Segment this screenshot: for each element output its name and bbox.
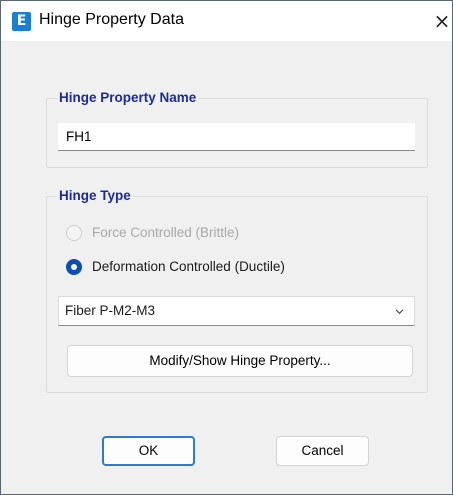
hinge-type-select[interactable]: Fiber P-M2-M3 xyxy=(58,296,415,326)
deformation-controlled-label: Deformation Controlled (Ductile) xyxy=(92,259,285,274)
hinge-type-label: Hinge Type xyxy=(57,188,133,203)
force-controlled-option[interactable]: Force Controlled (Brittle) xyxy=(66,224,366,244)
chevron-down-icon xyxy=(395,309,404,315)
ok-button[interactable]: OK xyxy=(102,436,195,466)
title-bar[interactable]: E Hinge Property Data × xyxy=(1,1,452,41)
deformation-controlled-radio[interactable] xyxy=(66,259,82,275)
hinge-property-name-input[interactable]: FH1 xyxy=(58,123,415,151)
hinge-type-select-value: Fiber P-M2-M3 xyxy=(65,303,156,318)
force-controlled-radio[interactable] xyxy=(66,225,82,241)
dialog-title: Hinge Property Data xyxy=(39,11,184,28)
close-button[interactable]: × xyxy=(431,5,453,37)
deformation-controlled-option[interactable]: Deformation Controlled (Ductile) xyxy=(66,258,386,278)
modify-show-hinge-property-button[interactable]: Modify/Show Hinge Property... xyxy=(67,345,413,377)
hinge-property-name-label: Hinge Property Name xyxy=(57,90,199,105)
cancel-button[interactable]: Cancel xyxy=(276,436,369,466)
hinge-property-dialog: E Hinge Property Data × Hinge Property N… xyxy=(0,0,453,495)
app-icon: E xyxy=(12,12,31,31)
force-controlled-label: Force Controlled (Brittle) xyxy=(92,225,240,240)
